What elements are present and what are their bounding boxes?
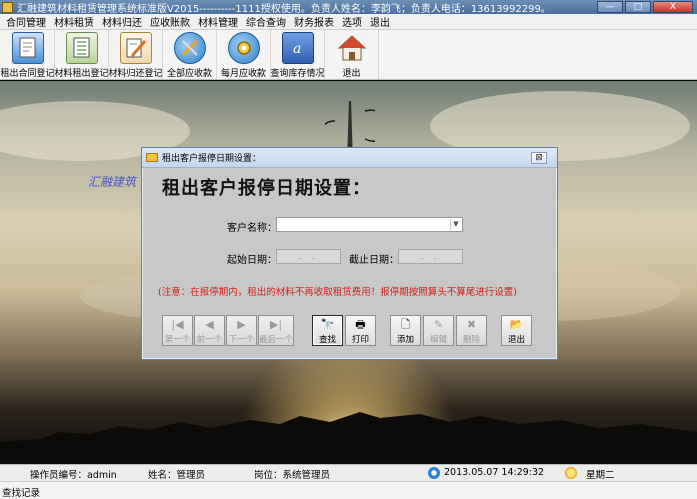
toolbar-label: 材料归还登记 <box>108 69 163 79</box>
toolbar-label: 每月应收款 <box>220 69 266 79</box>
list-doc-icon <box>65 32 98 64</box>
toolbar-label: 退出 <box>342 69 361 79</box>
button-label: 打印 <box>351 335 369 345</box>
tools-globe-icon <box>173 32 206 64</box>
window-title-bar[interactable]: 汇融建筑材料租赁管理系统标准版V2015----------1111授权使用。负… <box>0 0 697 14</box>
start-date-input[interactable]: . . <box>276 249 341 264</box>
menu-query[interactable]: 综合查询 <box>242 14 290 29</box>
menu-exit[interactable]: 退出 <box>366 14 394 29</box>
toolbar-exit-button[interactable]: 退出 <box>325 30 379 79</box>
toolbar-label: 查询库存情况 <box>270 69 325 79</box>
folder-icon <box>146 153 158 162</box>
toolbar-material-rent-button[interactable]: 材料租出登记 <box>55 30 109 79</box>
menu-bar: 合同管理 材料租赁 材料归还 应收账款 材料管理 综合查询 财务报表 选项 退出 <box>0 14 697 30</box>
minimize-button[interactable]: — <box>597 1 623 13</box>
menu-materials[interactable]: 材料管理 <box>194 14 242 29</box>
menu-material-rent[interactable]: 材料租赁 <box>50 14 98 29</box>
operator-id: 操作员编号：admin <box>30 470 117 481</box>
operator-name: 姓名：管理员 <box>148 470 206 481</box>
window-controls: — □ X <box>597 1 693 13</box>
edit-icon: ✎ <box>433 318 444 331</box>
home-icon <box>336 32 368 64</box>
toolbar-stock-query-button[interactable]: a 查询库存情况 <box>271 30 325 79</box>
city-skyline-silhouette <box>0 412 697 464</box>
button-label: 查找 <box>318 335 336 345</box>
last-icon: ▶| <box>269 318 283 331</box>
toolbar: 租出合同登记 材料租出登记 材料归还登记 全部应收款 每月应收款 a 查询库存情… <box>0 30 697 80</box>
window-title: 汇融建筑材料租赁管理系统标准版V2015----------1111授权使用。负… <box>17 3 551 15</box>
operator-post: 岗位：系统管理员 <box>254 470 331 481</box>
app-icon <box>2 1 13 13</box>
edit-button[interactable]: ✎ 编辑 <box>423 315 454 346</box>
previous-icon: ◀ <box>205 318 214 331</box>
binoculars-icon: 🔭 <box>320 318 335 331</box>
dialog-heading: 租出客户报停日期设置： <box>162 178 371 199</box>
printer-icon: 🖶 <box>355 318 366 331</box>
close-window-button[interactable]: X <box>653 1 693 13</box>
status-bar: 操作员编号：admin 姓名：管理员 岗位：系统管理员 2013.05.07 1… <box>0 464 697 481</box>
toolbar-rent-contract-button[interactable]: 租出合同登记 <box>1 30 55 79</box>
folder-exit-icon: 📂 <box>509 318 524 331</box>
toolbar-label: 材料租出登记 <box>54 69 109 79</box>
chevron-down-icon[interactable]: ▼ <box>450 219 461 230</box>
button-label: 第一个 <box>164 335 191 345</box>
customer-name-label: 客户名称： <box>227 223 277 234</box>
bottom-status-bar: 查找记录 <box>0 481 697 499</box>
menu-contract[interactable]: 合同管理 <box>2 14 50 29</box>
suspend-note: (注意：在报停期内，租出的材料不再收取租赁费用！报停期按照算头不算尾进行设置) <box>158 287 517 298</box>
toolbar-material-return-button[interactable]: 材料归还登记 <box>109 30 163 79</box>
brand-watermark-text: 汇融建筑 <box>88 175 137 189</box>
address-book-icon: a <box>281 32 314 64</box>
delete-icon: ✖ <box>466 318 477 331</box>
current-weekday: 星期二 <box>586 470 615 481</box>
sun-icon <box>565 467 577 479</box>
button-label: 最后一个 <box>259 335 294 345</box>
menu-options[interactable]: 选项 <box>338 14 366 29</box>
customer-name-combo[interactable]: ▼ <box>276 217 463 232</box>
end-date-input[interactable]: . . <box>398 249 463 264</box>
menu-material-return[interactable]: 材料归还 <box>98 14 146 29</box>
next-icon: ▶ <box>237 318 246 331</box>
clock-icon <box>428 467 440 479</box>
new-document-icon: 🗋 <box>401 318 410 331</box>
contract-doc-icon <box>11 32 44 64</box>
suspend-date-dialog: 租出客户报停日期设置： ⊠ 租出客户报停日期设置： 客户名称： ▼ 起始日期： … <box>141 147 558 360</box>
exit-dialog-button[interactable]: 📂 退出 <box>501 315 532 346</box>
start-date-label: 起始日期： <box>227 255 277 266</box>
menu-reports[interactable]: 财务报表 <box>290 14 338 29</box>
button-label: 退出 <box>507 335 525 345</box>
next-record-button[interactable]: ▶ 下一个 <box>226 315 257 346</box>
dialog-title: 租出客户报停日期设置： <box>162 154 262 164</box>
button-label: 前一个 <box>196 335 223 345</box>
print-button[interactable]: 🖶 打印 <box>345 315 376 346</box>
button-label: 删除 <box>462 335 480 345</box>
gear-globe-icon <box>227 32 260 64</box>
toolbar-label: 全部应收款 <box>166 69 212 79</box>
current-datetime: 2013.05.07 14:29:32 <box>444 467 545 478</box>
svg-text:a: a <box>293 41 301 57</box>
toolbar-label: 租出合同登记 <box>0 69 55 79</box>
dialog-title-bar[interactable]: 租出客户报停日期设置： <box>142 148 557 168</box>
first-icon: |◀ <box>171 318 184 331</box>
toolbar-monthly-receivables-button[interactable]: 每月应收款 <box>217 30 271 79</box>
last-record-button[interactable]: ▶| 最后一个 <box>258 315 294 346</box>
previous-record-button[interactable]: ◀ 前一个 <box>194 315 225 346</box>
first-record-button[interactable]: |◀ 第一个 <box>162 315 193 346</box>
pencil-doc-icon <box>119 32 152 64</box>
find-button[interactable]: 🔭 查找 <box>312 315 343 346</box>
dialog-close-button[interactable]: ⊠ <box>531 152 547 164</box>
status-message: 查找记录 <box>2 488 41 499</box>
delete-button[interactable]: ✖ 删除 <box>456 315 487 346</box>
button-label: 添加 <box>396 335 414 345</box>
end-date-label: 截止日期： <box>349 255 399 266</box>
toolbar-all-receivables-button[interactable]: 全部应收款 <box>163 30 217 79</box>
button-label: 下一个 <box>228 335 255 345</box>
add-button[interactable]: 🗋 添加 <box>390 315 421 346</box>
menu-receivables[interactable]: 应收账款 <box>146 14 194 29</box>
button-label: 编辑 <box>429 335 447 345</box>
maximize-button[interactable]: □ <box>625 1 651 13</box>
